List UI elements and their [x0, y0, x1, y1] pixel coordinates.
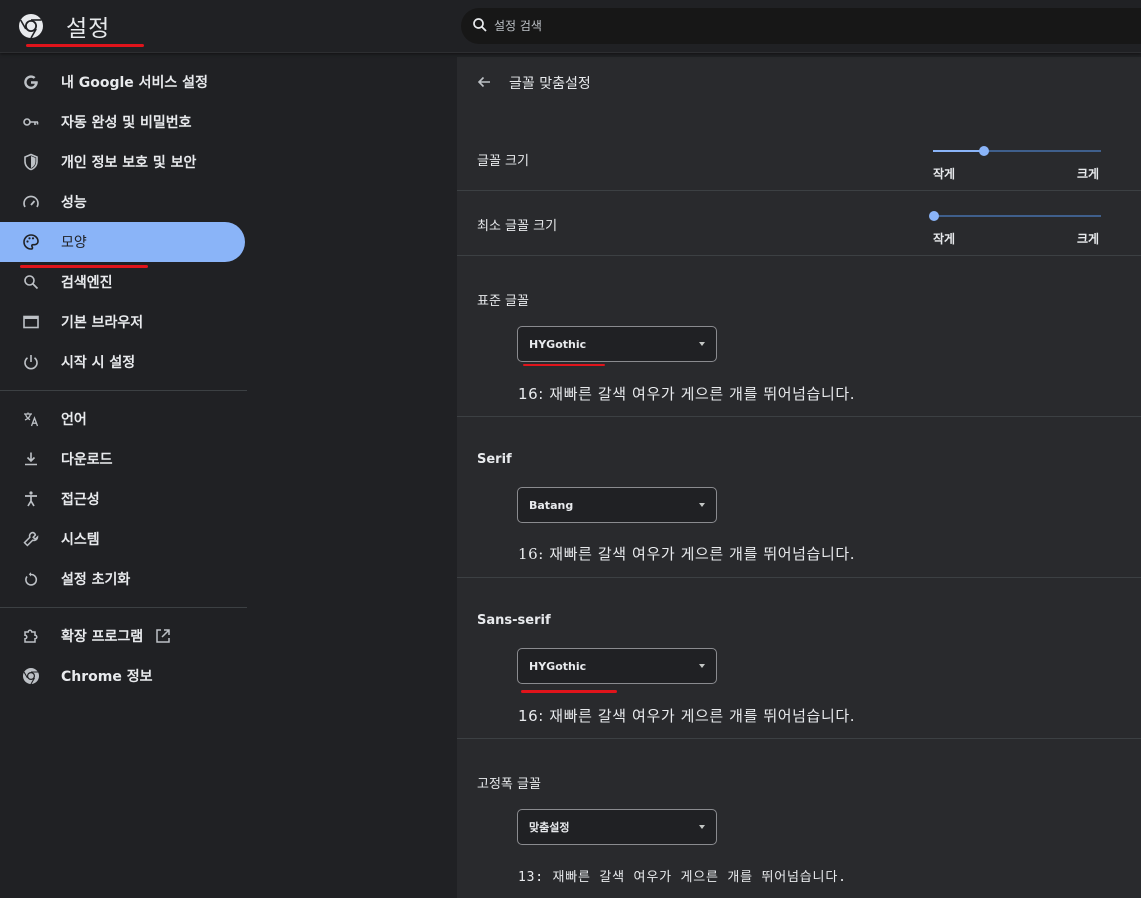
top-bar: 설정 [0, 0, 1141, 53]
dropdown-arrow-icon [699, 664, 705, 668]
browser-window-icon [22, 313, 40, 331]
sidebar-item-privacy[interactable]: 개인 정보 보호 및 보안 [0, 142, 247, 182]
search-icon [22, 273, 40, 291]
slider-thumb[interactable] [979, 146, 989, 156]
fixed-width-font-label: 고정폭 글꼴 [477, 777, 541, 792]
min-font-size-label: 최소 글꼴 크기 [477, 219, 558, 234]
search-input[interactable] [494, 8, 1094, 44]
sidebar-item-system[interactable]: 시스템 [0, 519, 247, 559]
sidebar-item-on-startup[interactable]: 시작 시 설정 [0, 342, 247, 382]
font-size-label: 글꼴 크기 [477, 154, 529, 169]
select-value: Batang [529, 498, 574, 512]
puzzle-icon [22, 627, 40, 645]
sidebar-item-extensions[interactable]: 확장 프로그램 [0, 616, 247, 656]
palette-icon [22, 233, 40, 251]
slider-max-label: 크게 [1077, 232, 1100, 246]
annotation-underline [521, 690, 617, 693]
sidebar-item-autofill[interactable]: 자동 완성 및 비밀번호 [0, 102, 247, 142]
reset-icon [22, 570, 40, 588]
font-customization-panel: 글꼴 맞춤설정 글꼴 크기 작게 크게 최소 글꼴 크기 작게 크게 표준 글꼴… [457, 57, 1141, 898]
key-icon [22, 113, 40, 131]
search-icon [473, 18, 487, 32]
accessibility-icon [22, 490, 40, 508]
sidebar-item-label: Chrome 정보 [61, 669, 153, 685]
slider-min-label: 작게 [933, 167, 956, 181]
serif-font-preview: 16: 재빠른 갈색 여우가 게으른 개를 뛰어넘습니다. [518, 545, 856, 563]
translate-icon [22, 410, 40, 428]
settings-search-box[interactable] [461, 8, 1141, 44]
sidebar-item-performance[interactable]: 성능 [0, 182, 247, 222]
sidebar-item-about-chrome[interactable]: Chrome 정보 [0, 656, 247, 696]
sidebar-item-search-engine[interactable]: 검색엔진 [0, 262, 247, 302]
app-title: 설정 [66, 16, 111, 42]
row-divider [457, 190, 1141, 191]
sidebar-item-downloads[interactable]: 다운로드 [0, 439, 247, 479]
google-g-icon [22, 73, 40, 91]
sidebar-item-default-browser[interactable]: 기본 브라우저 [0, 302, 247, 342]
serif-font-label: Serif [477, 452, 512, 467]
power-icon [22, 353, 40, 371]
sans-serif-font-select[interactable]: HYGothic [517, 648, 717, 684]
shield-icon [22, 153, 40, 171]
sidebar-item-label: 언어 [61, 412, 87, 428]
dropdown-arrow-icon [699, 503, 705, 507]
row-divider [457, 738, 1141, 739]
slider-thumb[interactable] [929, 211, 939, 221]
open-external-icon [156, 629, 170, 643]
download-icon [22, 450, 40, 468]
sidebar-item-label: 시작 시 설정 [61, 355, 136, 371]
slider-max-label: 크게 [1077, 167, 1100, 181]
sans-serif-font-label: Sans-serif [477, 613, 551, 628]
wrench-icon [22, 530, 40, 548]
fixed-width-font-preview: 13: 재빠른 갈색 여우가 게으른 개를 뛰어넘습니다. [518, 870, 847, 885]
sidebar-item-languages[interactable]: 언어 [0, 399, 247, 439]
row-divider [457, 416, 1141, 417]
sidebar-item-label: 기본 브라우저 [61, 315, 144, 331]
speedometer-icon [22, 193, 40, 211]
fixed-width-font-select[interactable]: 맞춤설정 [517, 809, 717, 845]
sidebar-item-label: 설정 초기화 [61, 572, 131, 588]
sans-serif-font-preview: 16: 재빠른 갈색 여우가 게으른 개를 뛰어넘습니다. [518, 707, 856, 725]
sidebar-item-label: 내 Google 서비스 설정 [61, 75, 208, 91]
arrow-back-icon[interactable] [475, 73, 493, 91]
sidebar-item-label: 자동 완성 및 비밀번호 [61, 115, 192, 131]
sidebar-item-appearance[interactable]: 모양 [0, 222, 245, 262]
sidebar-item-label: 확장 프로그램 [61, 629, 144, 645]
panel-header: 글꼴 맞춤설정 [457, 57, 1141, 107]
slider-min-label: 작게 [933, 232, 956, 246]
dropdown-arrow-icon [699, 342, 705, 346]
standard-font-select[interactable]: HYGothic [517, 326, 717, 362]
sidebar-item-accessibility[interactable]: 접근성 [0, 479, 247, 519]
slider-track [933, 215, 1101, 217]
serif-font-select[interactable]: Batang [517, 487, 717, 523]
sidebar-divider [0, 390, 247, 391]
sidebar-item-label: 성능 [61, 195, 87, 211]
select-value: HYGothic [529, 659, 587, 673]
sidebar-item-google-services[interactable]: 내 Google 서비스 설정 [0, 62, 247, 102]
sidebar-item-label: 시스템 [61, 532, 100, 548]
sidebar-divider [0, 607, 247, 608]
sidebar-item-reset[interactable]: 설정 초기화 [0, 559, 247, 599]
slider-fill [933, 150, 983, 152]
font-size-slider[interactable] [933, 144, 1101, 158]
annotation-underline [26, 44, 144, 47]
standard-font-preview: 16: 재빠른 갈색 여우가 게으른 개를 뛰어넘습니다. [518, 385, 856, 403]
row-divider [457, 255, 1141, 256]
select-value: 맞춤설정 [529, 821, 570, 834]
sidebar-item-label: 모양 [61, 235, 87, 251]
dropdown-arrow-icon [699, 825, 705, 829]
page-title: 글꼴 맞춤설정 [509, 76, 591, 92]
row-divider [457, 577, 1141, 578]
chrome-logo-icon [19, 14, 43, 39]
standard-font-label: 표준 글꼴 [477, 294, 529, 309]
annotation-underline [523, 364, 605, 366]
sidebar-item-label: 개인 정보 보호 및 보안 [61, 155, 197, 171]
sidebar-nav: 내 Google 서비스 설정 자동 완성 및 비밀번호 개인 정보 보호 및 … [0, 62, 247, 696]
min-font-size-slider[interactable] [929, 209, 1101, 223]
sidebar-item-label: 다운로드 [61, 452, 113, 468]
sidebar-item-label: 검색엔진 [61, 275, 113, 291]
chrome-logo-icon [22, 667, 40, 685]
select-value: HYGothic [529, 337, 587, 351]
sidebar-item-label: 접근성 [61, 492, 100, 508]
